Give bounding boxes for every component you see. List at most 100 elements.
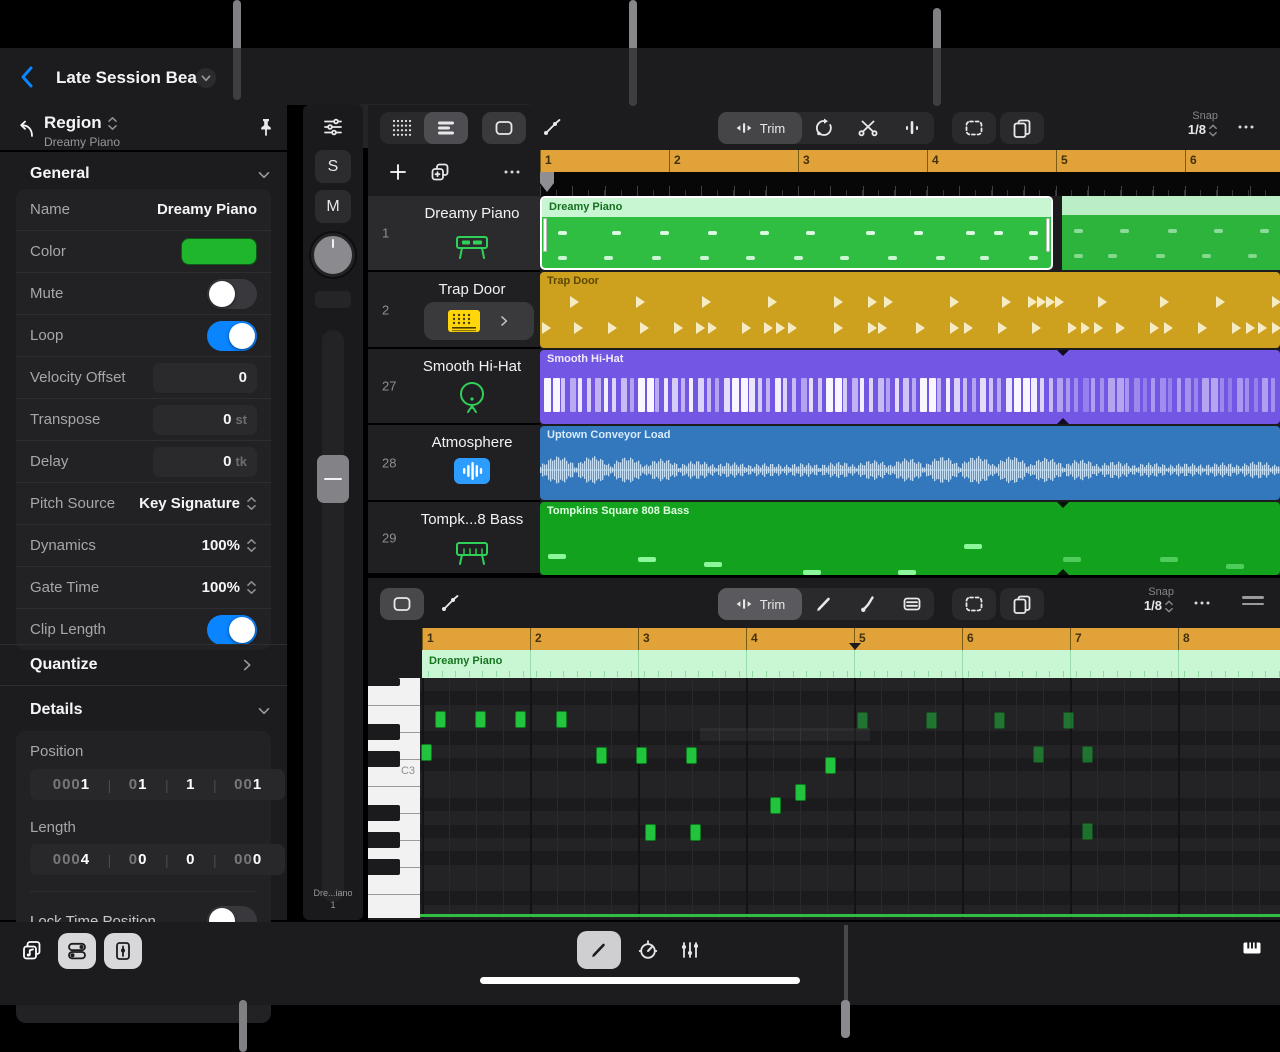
midi-note[interactable] <box>435 711 446 728</box>
inspector-row-loop[interactable]: Loop <box>16 315 271 357</box>
quantize-row[interactable]: Quantize <box>0 644 287 686</box>
pr-resize-handle[interactable] <box>1242 596 1264 605</box>
view-grid-button[interactable] <box>380 112 424 144</box>
track-header-smooth-hi-hat[interactable]: 27 Smooth Hi-Hat <box>368 349 540 425</box>
copy-button[interactable] <box>1000 112 1044 144</box>
stepper-control[interactable]: 100% <box>202 537 257 554</box>
project-title[interactable]: Late Session Beat <box>56 68 202 88</box>
general-collapse-icon[interactable] <box>254 165 274 185</box>
inspector-row-transpose[interactable]: Transpose 0st <box>16 399 271 441</box>
inspector-row-name[interactable]: Name Dreamy Piano <box>16 189 271 231</box>
midi-note[interactable] <box>690 824 701 841</box>
solo-button[interactable]: S <box>315 150 351 183</box>
add-track-button[interactable] <box>386 160 410 184</box>
pr-pencil-tool-button[interactable] <box>802 588 846 620</box>
view-tracks-button[interactable] <box>424 112 468 144</box>
keyboard-icon[interactable] <box>1238 936 1266 960</box>
digit-group[interactable]: 0004 <box>53 851 90 868</box>
midi-note[interactable] <box>686 747 697 764</box>
inspector-row-mute[interactable]: Mute <box>16 273 271 315</box>
pr-brush-tool-button[interactable] <box>846 588 890 620</box>
midi-note[interactable] <box>857 712 868 729</box>
tool-automation-button[interactable] <box>530 112 574 144</box>
loop-tool-button[interactable] <box>802 112 846 144</box>
black-key[interactable] <box>368 678 400 686</box>
midi-note[interactable] <box>825 757 836 774</box>
timeline-tick-strip[interactable] <box>540 172 1280 196</box>
pr-ruler[interactable]: 12345678 <box>422 628 1280 650</box>
inspector-row-pitch-source[interactable]: Pitch Source Key Signature <box>16 483 271 525</box>
toggle-loop[interactable] <box>207 320 257 351</box>
region-smooth-hi-hat[interactable]: Smooth Hi-Hat <box>540 350 1280 424</box>
pr-more-button[interactable] <box>1190 591 1214 615</box>
track-disclosure-pill[interactable] <box>424 302 534 340</box>
pr-copy-button[interactable] <box>1000 588 1044 620</box>
position-field[interactable]: 0001 | 01 | 1 | 001 <box>30 769 285 800</box>
midi-note[interactable] <box>1033 746 1044 763</box>
value-field[interactable]: 0st <box>153 404 257 435</box>
inspector-row-color[interactable]: Color <box>16 231 271 273</box>
black-key[interactable] <box>368 724 400 740</box>
length-field[interactable]: 0004 | 00 | 0 | 000 <box>30 844 285 875</box>
black-key[interactable] <box>368 751 400 767</box>
toggle-mute[interactable] <box>207 278 257 309</box>
value-field[interactable]: 0 tk <box>153 446 257 477</box>
track-header-trap-door[interactable]: 2 Trap Door <box>368 272 540 349</box>
trim-tool-button[interactable]: Trim <box>718 112 802 144</box>
region-dreamy-piano-loop[interactable] <box>1062 196 1280 270</box>
digit-group[interactable]: 0 <box>186 851 195 868</box>
track-list-more-button[interactable] <box>500 160 524 184</box>
title-menu-button[interactable] <box>196 68 216 88</box>
inspector-title-row[interactable]: Region <box>44 113 119 133</box>
pr-region-button[interactable] <box>380 588 424 620</box>
pr-snap-control[interactable]: Snap 1/8 <box>1114 586 1174 614</box>
mixer-faders-icon[interactable] <box>678 938 702 962</box>
midi-note[interactable] <box>1063 712 1074 729</box>
digit-group[interactable]: 000 <box>234 851 262 868</box>
split-tool-button[interactable] <box>846 112 890 144</box>
details-section-header[interactable]: Details <box>30 701 82 719</box>
midi-note[interactable] <box>636 747 647 764</box>
track-header-tompk-8-bass[interactable]: 29 Tompk...8 Bass <box>368 502 540 575</box>
stepper-control[interactable]: 100% <box>202 579 257 596</box>
black-key[interactable] <box>368 832 400 848</box>
back-icon[interactable] <box>16 64 40 90</box>
region-trap-door[interactable]: Trap Door <box>540 272 1280 348</box>
digit-group[interactable]: 0001 <box>53 776 90 793</box>
midi-note[interactable] <box>795 784 806 801</box>
general-section-header[interactable]: General <box>30 165 90 183</box>
pr-marquee-button[interactable] <box>952 588 996 620</box>
inspector-row-delay[interactable]: Delay 0 tk <box>16 441 271 483</box>
track-header-atmosphere[interactable]: 28 Atmosphere <box>368 425 540 502</box>
color-swatch[interactable] <box>181 238 257 265</box>
black-key[interactable] <box>368 859 400 875</box>
pr-velocity-tool-button[interactable] <box>890 588 934 620</box>
channel-strip-button[interactable] <box>104 933 142 969</box>
edit-pencil-button[interactable] <box>577 931 621 969</box>
midi-note[interactable] <box>1082 823 1093 840</box>
region-atmosphere[interactable]: Uptown Conveyor Load <box>540 426 1280 500</box>
smart-controls-button[interactable] <box>58 933 96 969</box>
region-tompkins-square-808-bass[interactable]: Tompkins Square 808 Bass <box>540 502 1280 575</box>
inspector-back-icon[interactable] <box>14 117 38 141</box>
tool-region-select-button[interactable] <box>482 112 526 144</box>
velocity-dial-icon[interactable] <box>636 938 660 962</box>
volume-fader-track[interactable] <box>322 330 344 902</box>
pr-automation-button[interactable] <box>428 588 472 620</box>
inspector-row-dynamics[interactable]: Dynamics 100% <box>16 525 271 567</box>
tracks-more-button[interactable] <box>1234 115 1258 139</box>
pr-piano-keys[interactable]: C3 <box>368 678 420 918</box>
pr-trim-tool-button[interactable]: Trim <box>718 588 802 620</box>
digit-group[interactable]: 001 <box>234 776 262 793</box>
marquee-button[interactable] <box>952 112 996 144</box>
pr-note-grid[interactable] <box>420 678 1280 918</box>
pr-region-strip[interactable]: Dreamy Piano <box>422 650 1280 678</box>
region-handle-left[interactable] <box>543 218 547 252</box>
mixer-icon[interactable] <box>321 117 345 137</box>
browser-icon[interactable] <box>18 936 46 964</box>
midi-note[interactable] <box>596 747 607 764</box>
value-field[interactable]: 0 <box>153 362 257 393</box>
duplicate-track-button[interactable] <box>428 160 452 184</box>
midi-note[interactable] <box>1082 746 1093 763</box>
digit-group[interactable]: 1 <box>186 776 195 793</box>
